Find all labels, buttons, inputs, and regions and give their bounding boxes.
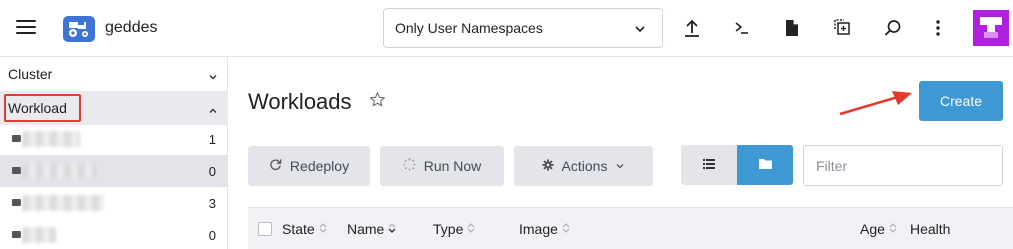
upload-icon[interactable] <box>681 17 703 39</box>
copy-config-icon[interactable] <box>832 17 854 39</box>
column-header-state[interactable]: State <box>282 221 327 237</box>
filter-input[interactable] <box>803 145 1003 186</box>
chevron-down-icon <box>615 158 625 174</box>
file-icon[interactable] <box>781 17 803 39</box>
sidebar-item[interactable]: 0 <box>0 219 228 249</box>
folder-icon <box>758 156 772 174</box>
cluster-name[interactable]: geddes <box>105 19 158 37</box>
run-now-button[interactable]: Run Now <box>380 146 504 186</box>
namespace-select-value: Only User Namespaces <box>395 20 543 36</box>
star-icon[interactable] <box>369 91 386 113</box>
chevron-down-icon <box>208 69 218 87</box>
column-label: Image <box>519 221 558 237</box>
item-count: 0 <box>208 228 216 243</box>
search-icon[interactable] <box>882 17 904 39</box>
column-label: Health <box>910 221 951 237</box>
column-label: Age <box>860 221 885 237</box>
column-label: Type <box>433 221 464 237</box>
table-header: State Name Type Image Age Health <box>248 207 1013 249</box>
obscured-label <box>22 195 104 211</box>
obscured-label <box>22 227 56 243</box>
annotation-arrow-icon <box>839 91 912 116</box>
sidebar-group-label: Workload <box>8 100 67 116</box>
item-count: 3 <box>208 196 216 211</box>
refresh-icon <box>269 158 282 174</box>
column-header-health: Health <box>910 221 950 237</box>
sidebar: Cluster Workload 1 0 3 0 <box>0 57 228 249</box>
column-header-image[interactable]: Image <box>519 221 570 237</box>
avatar[interactable] <box>973 10 1009 46</box>
folder-icon <box>12 199 21 206</box>
page-title: Workloads <box>248 89 352 114</box>
sort-icon <box>467 221 475 237</box>
group-by-namespace-toggle[interactable] <box>737 145 793 185</box>
sidebar-group-workload[interactable]: Workload <box>0 91 228 125</box>
sort-icon <box>319 221 327 237</box>
column-label: Name <box>347 221 385 237</box>
sort-icon <box>562 221 570 237</box>
sort-desc-icon <box>388 221 396 237</box>
hamburger-menu-icon[interactable] <box>16 20 36 36</box>
redeploy-label: Redeploy <box>289 158 350 174</box>
sidebar-item[interactable]: 1 <box>0 123 228 155</box>
actions-label: Actions <box>561 158 608 174</box>
chevron-up-icon <box>208 103 218 121</box>
tractor-icon[interactable] <box>63 16 95 42</box>
redeploy-button[interactable]: Redeploy <box>248 146 370 186</box>
select-all-checkbox[interactable] <box>258 222 272 236</box>
list-view-toggle[interactable] <box>681 145 737 185</box>
terminal-icon[interactable] <box>731 17 753 39</box>
obscured-label <box>22 131 80 147</box>
item-count: 0 <box>208 164 216 179</box>
folder-icon <box>12 167 21 174</box>
folder-icon <box>12 135 21 142</box>
column-label: State <box>282 221 315 237</box>
actions-button[interactable]: Actions <box>514 146 653 186</box>
sort-icon <box>889 221 897 237</box>
folder-icon <box>12 231 21 238</box>
obscured-label <box>22 163 96 179</box>
sidebar-item[interactable]: 3 <box>0 187 228 219</box>
list-icon <box>703 156 715 174</box>
sidebar-group-label: Cluster <box>8 66 53 82</box>
column-header-type[interactable]: Type <box>433 221 475 237</box>
column-header-age[interactable]: Age <box>860 221 897 237</box>
chevron-down-icon <box>634 22 646 40</box>
column-header-name[interactable]: Name <box>347 221 396 237</box>
sidebar-group-cluster[interactable]: Cluster <box>0 57 228 91</box>
item-count: 1 <box>208 132 216 147</box>
create-button[interactable]: Create <box>919 81 1003 121</box>
namespace-select[interactable]: Only User Namespaces <box>383 8 663 48</box>
gear-icon <box>541 158 554 174</box>
run-now-label: Run Now <box>423 158 482 174</box>
sidebar-item[interactable]: 0 <box>0 155 228 187</box>
top-header: geddes Only User Namespaces <box>0 0 1013 57</box>
kebab-menu-icon[interactable] <box>927 17 949 39</box>
spinner-icon <box>403 158 416 174</box>
